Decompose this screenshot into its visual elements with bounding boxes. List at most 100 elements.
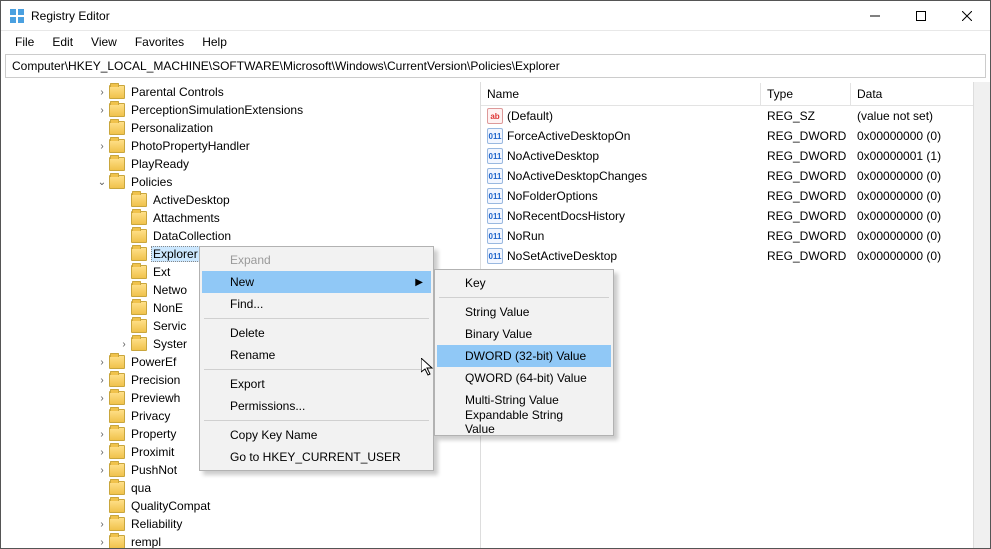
chevron-right-icon[interactable]: › [95,519,109,530]
tree-item-label: Explorer [151,246,200,262]
chevron-right-icon[interactable]: › [95,429,109,440]
tree-item[interactable]: QualityCompat [5,497,480,515]
menu-item[interactable]: Go to HKEY_CURRENT_USER [202,446,431,468]
address-bar[interactable]: Computer\HKEY_LOCAL_MACHINE\SOFTWARE\Mic… [5,54,986,78]
folder-icon [109,517,125,531]
tree-item[interactable]: ActiveDesktop [5,191,480,209]
value-type: REG_DWORD [761,209,851,223]
menu-item[interactable]: QWORD (64-bit) Value [437,367,611,389]
value-type: REG_SZ [761,109,851,123]
value-row[interactable]: 011ForceActiveDesktopOnREG_DWORD0x000000… [481,126,990,146]
chevron-right-icon[interactable]: › [95,375,109,386]
value-data: (value not set) [851,109,990,123]
tree-item-label: PhotoPropertyHandler [129,139,252,153]
close-button[interactable] [944,1,990,31]
tree-item-label: PlayReady [129,157,191,171]
menu-item[interactable]: Permissions... [202,395,431,417]
menu-help[interactable]: Help [194,33,235,51]
tree-item[interactable]: Attachments [5,209,480,227]
menu-item[interactable]: Binary Value [437,323,611,345]
chevron-right-icon[interactable]: › [117,339,131,350]
dword-value-icon: 011 [487,128,503,144]
menu-edit[interactable]: Edit [44,33,81,51]
value-row[interactable]: 011NoRecentDocsHistoryREG_DWORD0x0000000… [481,206,990,226]
chevron-right-icon[interactable]: › [95,537,109,548]
tree-item[interactable]: ›PerceptionSimulationExtensions [5,101,480,119]
menu-item-label: Binary Value [465,327,532,341]
menu-item[interactable]: Delete [202,322,431,344]
value-row[interactable]: 011NoFolderOptionsREG_DWORD0x00000000 (0… [481,186,990,206]
chevron-right-icon[interactable]: › [95,141,109,152]
value-data: 0x00000001 (1) [851,149,990,163]
folder-icon [109,391,125,405]
folder-icon [131,229,147,243]
column-header-type[interactable]: Type [761,83,851,105]
menu-item-label: Expand [230,253,271,267]
chevron-right-icon[interactable]: › [95,105,109,116]
tree-item-label: Servic [151,319,188,333]
tree-item[interactable]: ⌄Policies [5,173,480,191]
menu-item[interactable]: Export [202,373,431,395]
tree-item-label: PowerEf [129,355,178,369]
column-header-data[interactable]: Data [851,83,990,105]
chevron-right-icon[interactable]: › [95,393,109,404]
minimize-button[interactable] [852,1,898,31]
title-bar: Registry Editor [1,1,990,31]
maximize-button[interactable] [898,1,944,31]
menu-item-label: String Value [465,305,529,319]
tree-item[interactable]: › Parental Controls [5,83,480,101]
chevron-right-icon[interactable]: › [95,447,109,458]
tree-item[interactable]: ›rempl [5,533,480,548]
folder-icon [109,139,125,153]
tree-item-label: Precision [129,373,182,387]
value-row[interactable]: 011NoSetActiveDesktopREG_DWORD0x00000000… [481,246,990,266]
menu-view[interactable]: View [83,33,125,51]
value-type: REG_DWORD [761,129,851,143]
menu-bar: File Edit View Favorites Help [1,31,990,52]
tree-item[interactable]: PlayReady [5,155,480,173]
value-row[interactable]: 011NoRunREG_DWORD0x00000000 (0) [481,226,990,246]
menu-item[interactable]: Expandable String Value [437,411,611,433]
menu-item-label: Rename [230,348,275,362]
chevron-right-icon[interactable]: › [95,357,109,368]
value-row[interactable]: ab(Default)REG_SZ(value not set) [481,106,990,126]
menu-item[interactable]: Key [437,272,611,294]
tree-item[interactable]: ›Reliability [5,515,480,533]
folder-icon [109,157,125,171]
tree-item[interactable]: Personalization [5,119,480,137]
window-title: Registry Editor [31,9,852,23]
tree-item[interactable]: › PhotoPropertyHandler [5,137,480,155]
value-data: 0x00000000 (0) [851,209,990,223]
chevron-right-icon[interactable]: › [95,465,109,476]
column-header-name[interactable]: Name [481,83,761,105]
app-icon [9,8,25,24]
context-menu-key[interactable]: Expand New▶ Find... Delete Rename ExportPermi… [199,246,434,471]
value-row[interactable]: 011NoActiveDesktopChangesREG_DWORD0x0000… [481,166,990,186]
context-menu-new[interactable]: Key String Value Binary Value DWORD (32-bit… [434,269,614,436]
tree-item-label: Parental Controls [129,85,226,99]
tree-item-label: ActiveDesktop [151,193,232,207]
menu-item[interactable]: Rename [202,344,431,366]
value-row[interactable]: 011NoActiveDesktopREG_DWORD0x00000001 (1… [481,146,990,166]
chevron-down-icon[interactable]: ⌄ [95,177,109,188]
menu-file[interactable]: File [7,33,42,51]
tree-item[interactable]: qua [5,479,480,497]
menu-item[interactable]: Copy Key Name [202,424,431,446]
tree-item[interactable]: DataCollection [5,227,480,245]
folder-icon [109,409,125,423]
list-scrollbar[interactable] [973,82,990,548]
menu-item[interactable]: Find... [202,293,431,315]
value-type: REG_DWORD [761,169,851,183]
menu-item[interactable]: New▶ [202,271,431,293]
tree-item-label: Syster [151,337,189,351]
dword-value-icon: 011 [487,188,503,204]
tree-item-label: Privacy [129,409,172,423]
menu-item-label: Find... [230,297,263,311]
menu-item[interactable]: DWORD (32-bit) Value [437,345,611,367]
chevron-right-icon[interactable]: › [95,87,109,98]
menu-item[interactable]: String Value [437,301,611,323]
tree-item-label: QualityCompat [129,499,212,513]
folder-icon [109,355,125,369]
string-value-icon: ab [487,108,503,124]
menu-favorites[interactable]: Favorites [127,33,192,51]
